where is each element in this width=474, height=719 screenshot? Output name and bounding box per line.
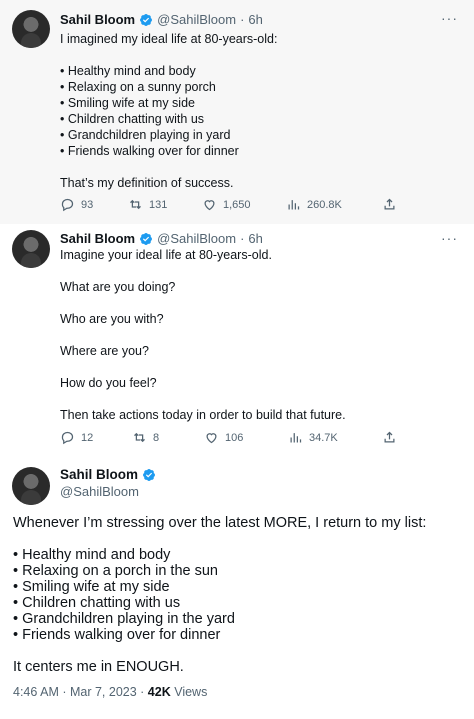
- views-label: Views: [170, 685, 208, 699]
- tweet-line: • Smiling wife at my side: [13, 579, 170, 595]
- tweet-line: • Grandchildren playing in yard: [60, 128, 231, 142]
- tweet-line: Imagine your ideal life at 80-years-old.: [60, 248, 272, 262]
- tweet-3-focused[interactable]: Sahil Bloom @SahilBloom Whenever I’m str…: [0, 457, 474, 719]
- tweet-line: Where are you?: [60, 344, 149, 358]
- tweet-2[interactable]: Sahil Bloom @SahilBloom · 6h ··· Imagine…: [0, 224, 474, 457]
- retweet-icon: [134, 432, 145, 443]
- tweet-line: • Relaxing on a porch in the sun: [13, 563, 218, 579]
- retweet-button[interactable]: 131: [128, 197, 202, 212]
- heart-icon: [206, 433, 217, 444]
- share-button[interactable]: [382, 197, 397, 212]
- action-bar: 93 131 1,650 260.8K: [60, 197, 400, 212]
- tweet-header: Sahil Bloom: [60, 467, 156, 482]
- like-button[interactable]: 1,650: [202, 197, 286, 212]
- views-button[interactable]: 34.7K: [288, 430, 382, 445]
- heart-icon: [204, 200, 215, 211]
- tweet-line: It centers me in ENOUGH.: [13, 659, 184, 675]
- like-count: 1,650: [223, 198, 251, 211]
- tweet-text: Imagine your ideal life at 80-years-old.…: [60, 247, 454, 423]
- verified-badge-icon: [143, 468, 155, 481]
- retweet-count: 131: [149, 198, 168, 211]
- author-handle[interactable]: @SahilBloom: [157, 231, 236, 246]
- tweet-time[interactable]: 6h: [248, 231, 262, 246]
- avatar[interactable]: [12, 10, 50, 48]
- tweet-meta: 4:46 AM · Mar 7, 2023 · 42K Views: [13, 685, 207, 699]
- author-name[interactable]: Sahil Bloom: [60, 231, 135, 246]
- tweet-line: • Friends walking over for dinner: [60, 144, 239, 158]
- separator-dot: ·: [240, 231, 245, 246]
- tweet-line: • Grandchildren playing in the yard: [13, 611, 235, 627]
- action-bar: 12 8 106 34.7K: [60, 430, 400, 445]
- retweet-button[interactable]: 8: [132, 430, 204, 445]
- tweet-time[interactable]: 6h: [248, 12, 262, 27]
- tweet-line: • Children chatting with us: [60, 112, 205, 126]
- tweet-line: What are you doing?: [60, 280, 176, 294]
- tweet-text: I imagined my ideal life at 80-years-old…: [60, 31, 454, 191]
- reply-button[interactable]: 12: [60, 430, 132, 445]
- reply-icon: [61, 431, 74, 445]
- tweet-line: • Friends walking over for dinner: [13, 627, 221, 643]
- tweet-text: Whenever I’m stressing over the latest M…: [13, 515, 464, 675]
- avatar[interactable]: [12, 467, 50, 505]
- separator-dot: ·: [240, 12, 245, 27]
- author-handle[interactable]: @SahilBloom: [60, 484, 139, 499]
- tweet-line: I imagined my ideal life at 80-years-old…: [60, 32, 278, 46]
- like-button[interactable]: 106: [204, 430, 288, 445]
- tweet-line: How do you feel?: [60, 376, 157, 390]
- tweet-header: Sahil Bloom @SahilBloom · 6h: [60, 12, 263, 27]
- tweet-line: Whenever I’m stressing over the latest M…: [13, 515, 427, 531]
- like-count: 106: [225, 431, 244, 444]
- tweet-line: • Healthy mind and body: [60, 64, 196, 78]
- more-options-icon[interactable]: ···: [441, 230, 458, 246]
- tweet-line: • Children chatting with us: [13, 595, 181, 611]
- views-button[interactable]: 260.8K: [286, 197, 382, 212]
- share-icon: [384, 431, 395, 443]
- verified-badge-icon: [140, 232, 153, 245]
- reply-count: 93: [81, 198, 94, 211]
- tweet-1[interactable]: Sahil Bloom @SahilBloom · 6h ··· I imagi…: [0, 0, 474, 224]
- view-count: 260.8K: [307, 198, 342, 211]
- tweet-line: • Relaxing on a sunny porch: [60, 80, 216, 94]
- reply-count: 12: [81, 431, 94, 444]
- analytics-icon: [290, 433, 302, 443]
- retweet-icon: [130, 199, 141, 210]
- tweet-line: Who are you with?: [60, 312, 164, 326]
- tweet-timestamp[interactable]: 4:46 AM · Mar 7, 2023 ·: [13, 685, 148, 699]
- analytics-icon: [288, 200, 300, 210]
- verified-badge-icon: [140, 13, 153, 26]
- tweet-line: Then take actions today in order to buil…: [60, 408, 346, 422]
- tweet-line: • Smiling wife at my side: [60, 96, 195, 110]
- reply-icon: [61, 198, 74, 212]
- reply-button[interactable]: 93: [60, 197, 128, 212]
- author-handle[interactable]: @SahilBloom: [157, 12, 236, 27]
- more-options-icon[interactable]: ···: [441, 10, 458, 26]
- avatar[interactable]: [12, 230, 50, 268]
- author-name[interactable]: Sahil Bloom: [60, 467, 138, 482]
- tweet-header: Sahil Bloom @SahilBloom · 6h: [60, 231, 263, 246]
- tweet-line: That’s my definition of success.: [60, 176, 234, 190]
- author-name[interactable]: Sahil Bloom: [60, 12, 135, 27]
- view-count: 34.7K: [309, 431, 338, 444]
- retweet-count: 8: [153, 431, 160, 444]
- view-count: 42K: [147, 685, 171, 699]
- share-icon: [384, 198, 395, 210]
- share-button[interactable]: [382, 430, 397, 445]
- tweet-line: • Healthy mind and body: [13, 547, 171, 563]
